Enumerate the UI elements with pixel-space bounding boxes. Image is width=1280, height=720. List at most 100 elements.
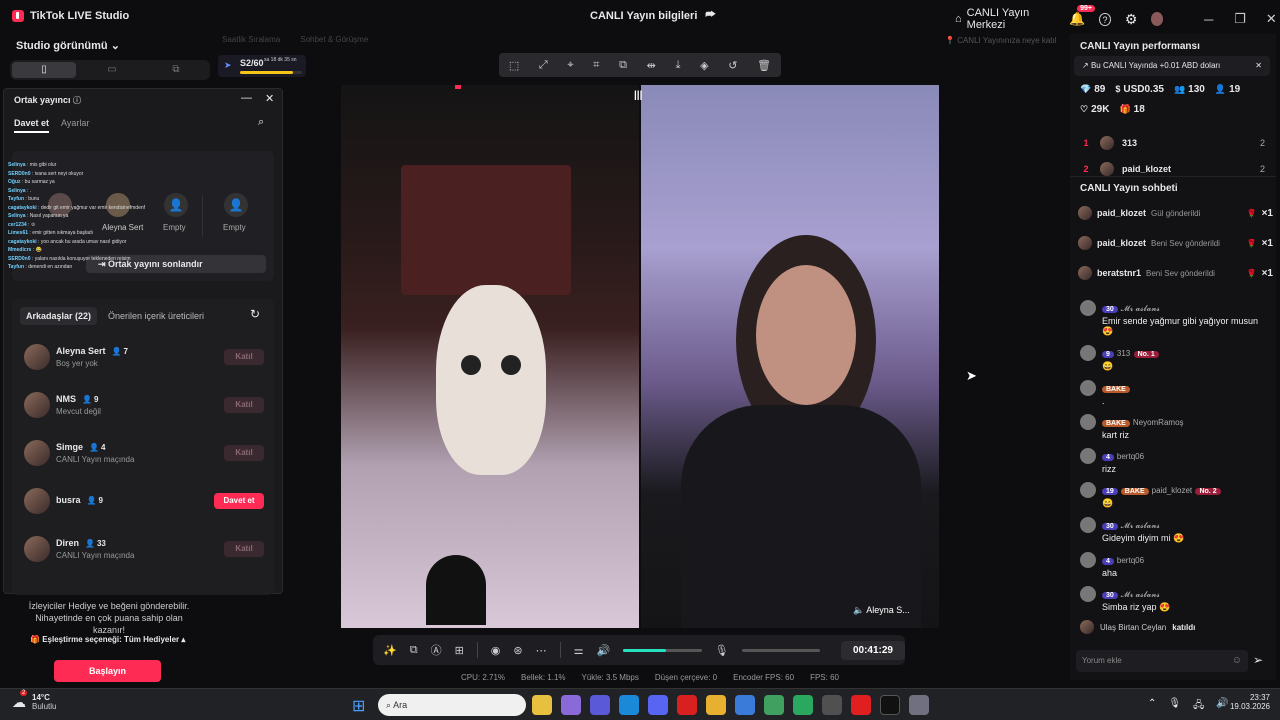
windows-start-icon[interactable]: ⊞ xyxy=(352,696,365,716)
teams-icon[interactable] xyxy=(590,695,610,715)
record-icon[interactable]: ◉ xyxy=(491,644,501,657)
xbox-icon[interactable] xyxy=(793,695,813,715)
chrome-icon[interactable] xyxy=(532,695,552,715)
landscape-layout-button[interactable]: ▭ xyxy=(80,62,144,78)
chat-user[interactable]: bertq06 xyxy=(1117,556,1144,565)
live-center-link[interactable]: ⌂ CANLI Yayın Merkezi xyxy=(955,7,1055,31)
weather-widget[interactable]: ☁ 2 14°C Bulutlu xyxy=(12,689,56,711)
search-icon[interactable]: ⌕ xyxy=(258,116,264,129)
tab-settings[interactable]: Ayarlar xyxy=(61,118,89,128)
share-icon[interactable]: ⮫ xyxy=(705,9,715,22)
settings-gear-icon[interactable]: ⚙ xyxy=(1125,11,1138,28)
flip-icon[interactable]: ⇹ xyxy=(647,59,656,72)
close-panel-icon[interactable]: ✕ xyxy=(265,92,274,105)
github-icon[interactable] xyxy=(822,695,842,715)
volume-slider[interactable] xyxy=(623,648,702,652)
crop-icon[interactable]: ⌗ xyxy=(593,59,599,72)
screen-add-icon[interactable]: ⧉ xyxy=(410,644,418,657)
ranking-row[interactable]: 1 313 2 xyxy=(1080,130,1265,156)
store-icon[interactable] xyxy=(735,695,755,715)
match-option[interactable]: 🎁 Eşleştirme seçeneği: Tüm Hediyeler ▴ xyxy=(30,635,185,644)
align-bottom-icon[interactable]: ⤓ xyxy=(676,59,681,72)
join-button[interactable]: Katıl xyxy=(224,445,264,461)
close-banner-icon[interactable]: ✕ xyxy=(1255,56,1262,76)
chat-meeting-label[interactable]: Sohbet & Görüşme xyxy=(300,35,368,44)
tiktok-icon[interactable] xyxy=(880,695,900,715)
volume-icon[interactable]: 🔈 xyxy=(853,605,864,615)
chat-message-header: 19 BAKE paid_klozet No. 2 xyxy=(1102,482,1221,496)
delete-icon[interactable]: 🗑 xyxy=(757,59,771,72)
avatar xyxy=(1080,414,1096,430)
join-button[interactable]: Katıl xyxy=(224,541,264,557)
invite-button[interactable]: Davet et xyxy=(214,493,264,509)
chat-user[interactable]: 313 xyxy=(1117,349,1130,358)
effects-icon[interactable]: ⊛ xyxy=(513,644,522,657)
tray-chevron-icon[interactable]: ⌃ xyxy=(1148,698,1156,715)
maximize-button[interactable]: ❐ xyxy=(1231,11,1248,27)
join-button[interactable]: Katıl xyxy=(224,397,264,413)
chat-user[interactable]: NeyomRamoş xyxy=(1133,418,1184,427)
tab-invite[interactable]: Davet et xyxy=(14,118,50,133)
taskbar-search[interactable]: ⌕ Ara xyxy=(378,694,526,716)
tab-suggested[interactable]: Önerilen içerik üreticileri xyxy=(108,311,204,321)
emoji-icon[interactable]: ☺ xyxy=(1232,650,1242,672)
mic-slider[interactable] xyxy=(741,648,820,652)
minimize-panel-icon[interactable]: — xyxy=(241,92,252,104)
ranking-row[interactable]: 2 paid_klozet 2 xyxy=(1080,156,1265,182)
folder-icon[interactable] xyxy=(706,695,726,715)
mouse-cursor-icon: ➤ xyxy=(966,368,977,383)
stat-value: 19 xyxy=(1229,84,1241,95)
layers-icon[interactable]: ◈ xyxy=(700,59,708,72)
refresh-icon[interactable]: ↻ xyxy=(250,307,260,321)
hourly-ranking-label[interactable]: Saatlik Sıralama xyxy=(222,35,280,44)
tray-mic-icon[interactable]: 🎙 xyxy=(1168,698,1181,715)
settings-icon[interactable] xyxy=(909,695,929,715)
start-button[interactable]: Başlayın xyxy=(54,660,161,682)
magic-wand-icon[interactable]: ✨ xyxy=(383,644,397,657)
studio-view-dropdown[interactable]: Studio görünümü ⌄ xyxy=(16,39,120,52)
more-icon[interactable]: ⋯ xyxy=(536,644,547,657)
overlay-chat-user: Oğuz xyxy=(8,179,21,185)
notification-icon[interactable]: 🔔 99+ xyxy=(1069,5,1095,27)
friend-info: busra 👤 9 xyxy=(56,495,214,508)
discord-icon[interactable] xyxy=(648,695,668,715)
mixer-icon[interactable]: ⚌ xyxy=(574,644,584,657)
info-icon[interactable]: ⓘ xyxy=(73,96,81,105)
live-info-title[interactable]: CANLI Yayın bilgileri ⮫ xyxy=(590,9,716,22)
join-button[interactable]: Katıl xyxy=(224,349,264,365)
select-icon[interactable]: ⬚ xyxy=(509,59,519,72)
youtube-icon[interactable] xyxy=(851,695,871,715)
opera-icon[interactable] xyxy=(677,695,697,715)
tray-volume-icon[interactable]: 🔊 xyxy=(1216,698,1228,715)
minimize-button[interactable]: ─ xyxy=(1200,12,1217,27)
tray-network-icon[interactable]: 🖧 xyxy=(1193,698,1204,715)
clock[interactable]: 23:37 19.03.2026 xyxy=(1228,693,1270,711)
chat-user[interactable]: 𝓜𝓻 𝓪𝓼𝓵𝓪𝓷𝓼 xyxy=(1121,590,1160,599)
empty-slot-icon[interactable]: 👤 xyxy=(224,193,248,217)
duplicate-icon[interactable]: ⧉ xyxy=(619,59,627,72)
speaker-icon[interactable]: 🔊 xyxy=(596,644,610,657)
fit-icon[interactable]: ⤢ xyxy=(539,59,548,72)
help-icon[interactable]: ? xyxy=(1099,12,1111,26)
portrait-layout-button[interactable]: ▯ xyxy=(12,62,76,78)
dual-layout-button[interactable]: ⧉ xyxy=(144,62,208,78)
avatar[interactable] xyxy=(1151,12,1164,26)
mic-icon[interactable]: 🎙 xyxy=(715,644,729,657)
tab-friends[interactable]: Arkadaşlar (22) xyxy=(20,307,98,325)
close-button[interactable]: ✕ xyxy=(1263,11,1280,27)
chat-user[interactable]: 𝓜𝓻 𝓪𝓼𝓵𝓪𝓷𝓼 xyxy=(1121,304,1160,313)
rotate-icon[interactable]: ↺ xyxy=(728,59,737,72)
chat-user[interactable]: 𝓜𝓻 𝓪𝓼𝓵𝓪𝓷𝓼 xyxy=(1121,521,1160,530)
center-icon[interactable]: ⌖ xyxy=(567,59,573,72)
empty-slot-icon[interactable]: 👤 xyxy=(164,193,188,217)
ai-icon[interactable]: Ⓐ xyxy=(431,642,442,658)
chat-user[interactable]: paid_klozet xyxy=(1152,486,1192,495)
edge-icon[interactable] xyxy=(619,695,639,715)
chrome-profile-icon[interactable] xyxy=(764,695,784,715)
split-handle-icon[interactable]: ||| xyxy=(634,90,642,101)
copilot-icon[interactable] xyxy=(561,695,581,715)
chat-user[interactable]: bertq06 xyxy=(1117,452,1144,461)
comment-input[interactable]: Yorum ekle ☺ xyxy=(1076,650,1248,672)
add-source-icon[interactable]: ⊞ xyxy=(455,644,464,657)
send-icon[interactable]: ➢ xyxy=(1253,653,1263,667)
